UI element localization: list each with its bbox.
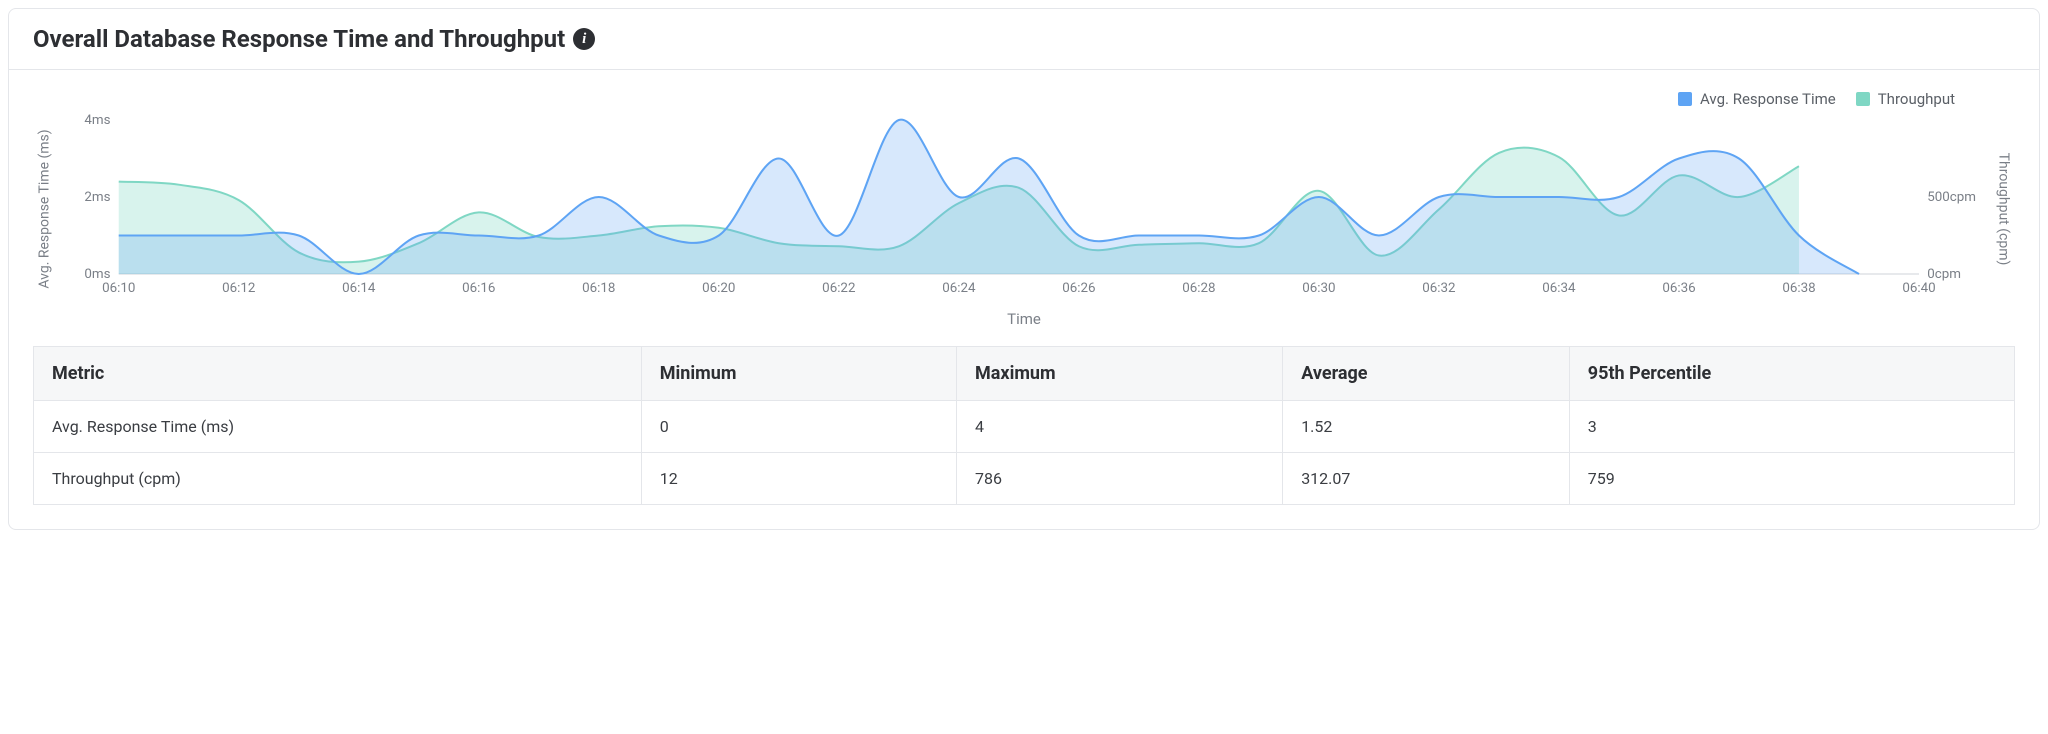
legend-label-throughput: Throughput [1878, 90, 1955, 108]
legend-item-throughput[interactable]: Throughput [1856, 90, 1955, 108]
card-header: Overall Database Response Time and Throu… [9, 9, 2039, 70]
legend-swatch-throughput [1856, 92, 1870, 106]
svg-text:06:38: 06:38 [1782, 281, 1815, 296]
svg-text:06:40: 06:40 [1902, 281, 1935, 296]
svg-text:0ms: 0ms [84, 267, 110, 282]
svg-text:06:30: 06:30 [1302, 281, 1335, 296]
cell-max: 786 [957, 453, 1283, 505]
svg-text:06:12: 06:12 [222, 281, 255, 296]
svg-text:0cpm: 0cpm [1927, 267, 1961, 282]
svg-text:06:18: 06:18 [582, 281, 615, 296]
svg-text:06:20: 06:20 [702, 281, 735, 296]
cell-avg: 312.07 [1283, 453, 1570, 505]
x-axis-label: Time [33, 310, 2015, 328]
svg-text:500cpm: 500cpm [1927, 190, 1976, 205]
svg-text:06:22: 06:22 [822, 281, 855, 296]
col-metric: Metric [34, 347, 642, 401]
svg-text:4ms: 4ms [84, 114, 110, 128]
chart-legend: Avg. Response Time Throughput [33, 90, 2015, 108]
card-title: Overall Database Response Time and Throu… [33, 25, 565, 53]
col-maximum: Maximum [957, 347, 1283, 401]
svg-text:06:24: 06:24 [942, 281, 976, 296]
cell-metric: Avg. Response Time (ms) [34, 401, 642, 453]
svg-text:06:36: 06:36 [1662, 281, 1695, 296]
cell-95: 759 [1569, 453, 2014, 505]
svg-text:06:26: 06:26 [1062, 281, 1095, 296]
table-header: Metric Minimum Maximum Average 95th Perc… [34, 347, 2015, 401]
legend-swatch-response-time [1678, 92, 1692, 106]
chart-area: 0ms 2ms 4ms 0cpm 500cpm 06:10 06:12 06:14 06:16 0… [57, 114, 1991, 304]
metrics-card: Overall Database Response Time and Throu… [8, 8, 2040, 530]
legend-label-response-time: Avg. Response Time [1700, 90, 1836, 108]
svg-text:06:28: 06:28 [1182, 281, 1215, 296]
svg-text:06:16: 06:16 [462, 281, 495, 296]
cell-min: 0 [641, 401, 956, 453]
svg-text:2ms: 2ms [84, 190, 110, 205]
table-row: Throughput (cpm) 12 786 312.07 759 [34, 453, 2015, 505]
svg-text:06:34: 06:34 [1542, 281, 1576, 296]
card-body: Avg. Response Time Throughput Avg. Respo… [9, 70, 2039, 529]
svg-text:06:10: 06:10 [102, 281, 135, 296]
cell-metric: Throughput (cpm) [34, 453, 642, 505]
legend-item-response-time[interactable]: Avg. Response Time [1678, 90, 1836, 108]
chart-container: Avg. Response Time (ms) 0ms 2ms 4ms 0cpm 500… [33, 114, 2015, 304]
cell-avg: 1.52 [1283, 401, 1570, 453]
stats-table: Metric Minimum Maximum Average 95th Perc… [33, 346, 2015, 505]
cell-95: 3 [1569, 401, 2014, 453]
svg-text:06:14: 06:14 [342, 281, 376, 296]
chart-svg: 0ms 2ms 4ms 0cpm 500cpm 06:10 06:12 06:14 06:16 0… [57, 114, 1991, 304]
cell-max: 4 [957, 401, 1283, 453]
cell-min: 12 [641, 453, 956, 505]
info-icon[interactable]: i [573, 28, 595, 50]
col-average: Average [1283, 347, 1570, 401]
col-95th: 95th Percentile [1569, 347, 2014, 401]
y-axis-right-label: Throughput (cpm) [1991, 114, 2015, 304]
svg-text:06:32: 06:32 [1422, 281, 1455, 296]
y-axis-left-label: Avg. Response Time (ms) [33, 114, 57, 304]
col-minimum: Minimum [641, 347, 956, 401]
table-row: Avg. Response Time (ms) 0 4 1.52 3 [34, 401, 2015, 453]
